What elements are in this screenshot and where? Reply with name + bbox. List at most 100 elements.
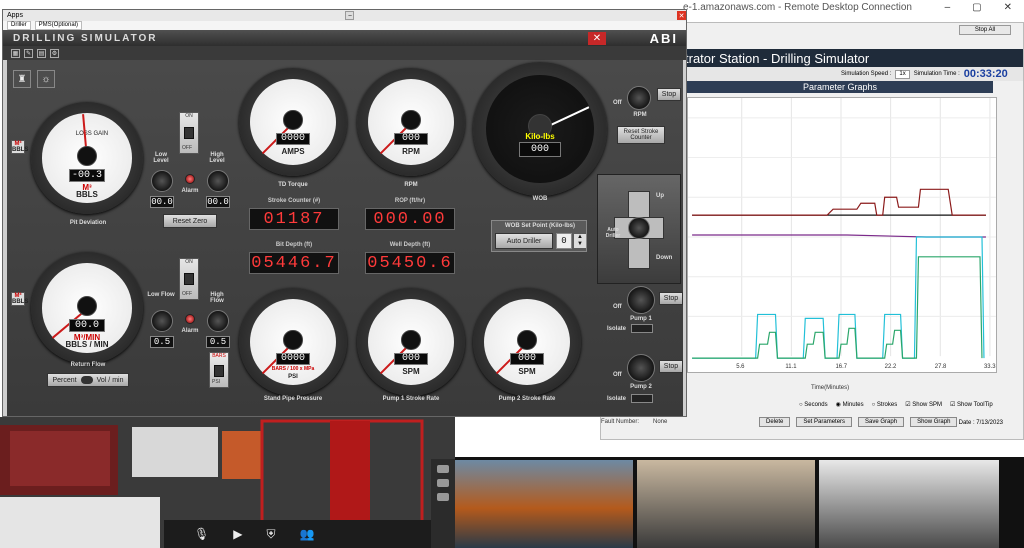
set-parameters-button[interactable]: Set Parameters (796, 417, 853, 427)
stroke-counter-display: 01187 (249, 208, 339, 230)
grid-icon[interactable]: ▦ (11, 48, 20, 58)
low-flow-knob[interactable] (151, 310, 173, 332)
tab-driller[interactable]: Driller (7, 21, 31, 30)
high-level-knob[interactable] (207, 170, 229, 192)
stand-pipe-pressure-label: Stand Pipe Pressure (263, 396, 323, 402)
save-graph-button[interactable]: Save Graph (858, 417, 905, 427)
high-flow-label: High Flow (210, 292, 224, 304)
pit-loss-gain: LOSS GAIN (75, 131, 109, 138)
rpm-off-label: Off (613, 100, 622, 106)
pit-alarm-off: OFF (182, 145, 192, 151)
sidebar-button[interactable] (437, 479, 449, 487)
pump2-knob[interactable] (627, 354, 655, 382)
pump2-label: Pump 2 (630, 384, 652, 390)
rpm-stop-button[interactable]: Stop (657, 88, 681, 101)
pit-unit: BBLS (76, 190, 98, 200)
x-tick-label: 33.3 (984, 364, 996, 370)
joystick-auto-label: Auto Driller (605, 227, 621, 239)
radio-minutes[interactable]: ◉ Minutes (836, 401, 864, 408)
pit-alarm-toggle[interactable]: ON OFF (179, 112, 199, 154)
low-level-label: Low Level (153, 152, 169, 164)
tab-pms[interactable]: PMS(Optional) (34, 21, 83, 30)
flow-alarm-label: Alarm (181, 328, 199, 334)
show-spm-checkbox[interactable]: ☑ Show SPM (905, 401, 942, 408)
speed-select[interactable]: 1x (895, 69, 910, 79)
pump1-isolate-switch[interactable] (631, 324, 653, 333)
speed-label: Simulation Speed : (841, 71, 892, 77)
flow-units-toggle[interactable]: Percent Vol / min (47, 373, 129, 387)
rpm-switch-knob[interactable] (627, 86, 651, 110)
parameter-graph[interactable]: 5.6 11.1 16.7 22.2 27.8 33.3 (687, 97, 997, 373)
auto-driller-button[interactable]: Auto Driller (495, 233, 553, 249)
show-tooltip-checkbox[interactable]: ☑ Show ToolTip (950, 401, 993, 408)
participants-icon[interactable]: 👥 (299, 527, 314, 541)
simulation-time: 00:33:20 (963, 68, 1008, 80)
pump1-off-label: Off (613, 304, 622, 310)
tab-bar: Driller PMS(Optional) (3, 21, 686, 30)
flow-unit-switch[interactable]: M³ BBLS (11, 292, 28, 306)
high-flow-knob[interactable] (207, 310, 229, 332)
pump1-stop-button[interactable]: Stop (659, 292, 683, 305)
pump2-off-label: Off (613, 372, 622, 378)
pump2-stop-button[interactable]: Stop (659, 360, 683, 373)
pit-alarm-label: Alarm (181, 188, 199, 194)
joystick-knob[interactable] (628, 217, 650, 239)
close-button[interactable]: ✕ (677, 11, 686, 20)
low-level-value: 00.0 (150, 196, 174, 208)
wob-setpoint-value[interactable]: 0 (556, 233, 572, 249)
wob-label: WOB (532, 196, 548, 202)
reset-zero-button[interactable]: Reset Zero (163, 214, 217, 228)
high-flow-value: 0.5 (206, 336, 230, 348)
show-graph-button[interactable]: Show Graph (910, 417, 958, 427)
spp-unit: BARS / 100 x MPa (271, 365, 315, 372)
radio-seconds-label: Seconds (804, 401, 828, 408)
stop-all-button[interactable]: Stop All (959, 25, 1011, 35)
security-icon[interactable]: ⛨ (266, 527, 275, 542)
sidebar-button[interactable] (437, 493, 449, 501)
pump2-isolate-label: Isolate (607, 396, 627, 402)
low-flow-label: Low Flow (147, 292, 175, 298)
chart-icon[interactable]: ▤ (37, 48, 46, 58)
spp-gauge: 0000 BARS / 100 x MPa PSI (239, 288, 347, 396)
wob-setpoint-label: WOB Set Point (Kilo-lbs) (505, 223, 575, 229)
video-tile-1[interactable] (455, 460, 633, 548)
simulator-close-button[interactable]: ✕ (588, 32, 606, 45)
video-tile-2[interactable] (637, 460, 815, 548)
video-tile-3[interactable] (819, 460, 999, 548)
flow-alarm-toggle[interactable]: ON OFF (179, 258, 199, 300)
pump1-stroke-rate-label: Pump 1 Stroke Rate (382, 396, 440, 402)
show-spm-label: Show SPM (912, 402, 942, 408)
pit-unit-switch[interactable]: M³ BBLS (11, 140, 28, 154)
maximize-icon[interactable]: ▢ (972, 2, 981, 13)
settings-icon[interactable]: ⚙ (50, 48, 59, 58)
pump1-hub (401, 330, 421, 350)
x-tick-label: 22.2 (885, 364, 897, 370)
sidebar-button[interactable] (437, 465, 449, 473)
microphone-icon[interactable]: 🎙 (194, 527, 209, 541)
bars-label: BARS (212, 353, 226, 359)
pit-deviation-label: Pit Deviation (69, 220, 107, 226)
close-icon[interactable]: ✕ (1004, 2, 1012, 13)
pump1-label: Pump 1 (630, 316, 652, 322)
camera-icon[interactable]: ▶ (233, 527, 242, 541)
rpm-unit: RPM (402, 146, 420, 156)
edit-icon[interactable]: ✎ (24, 48, 33, 58)
derrick-icon[interactable]: ♜ (13, 70, 31, 88)
radio-seconds[interactable]: ○ Seconds (799, 402, 828, 408)
apps-label: Apps (7, 12, 23, 19)
wob-spinner[interactable]: ▲ ▼ (574, 234, 586, 248)
minimize-icon[interactable]: – (945, 2, 951, 13)
radio-strokes[interactable]: ○ Strokes (872, 402, 898, 408)
toggle-switch[interactable] (80, 376, 93, 384)
pump1-knob[interactable] (627, 286, 655, 314)
psi-label: PSI (212, 379, 221, 385)
fault-label: Fault Number: (601, 419, 640, 425)
alarm-light-icon[interactable]: ☼ (37, 70, 55, 88)
delete-button[interactable]: Delete (759, 417, 791, 427)
flow-hub (76, 295, 98, 316)
minimize-button[interactable]: – (345, 11, 355, 20)
reset-stroke-counter-button[interactable]: Reset Stroke Counter (617, 126, 665, 144)
psi-bars-switch[interactable]: BARS PSI (209, 352, 229, 388)
pump2-isolate-switch[interactable] (631, 394, 653, 403)
low-level-knob[interactable] (151, 170, 173, 192)
